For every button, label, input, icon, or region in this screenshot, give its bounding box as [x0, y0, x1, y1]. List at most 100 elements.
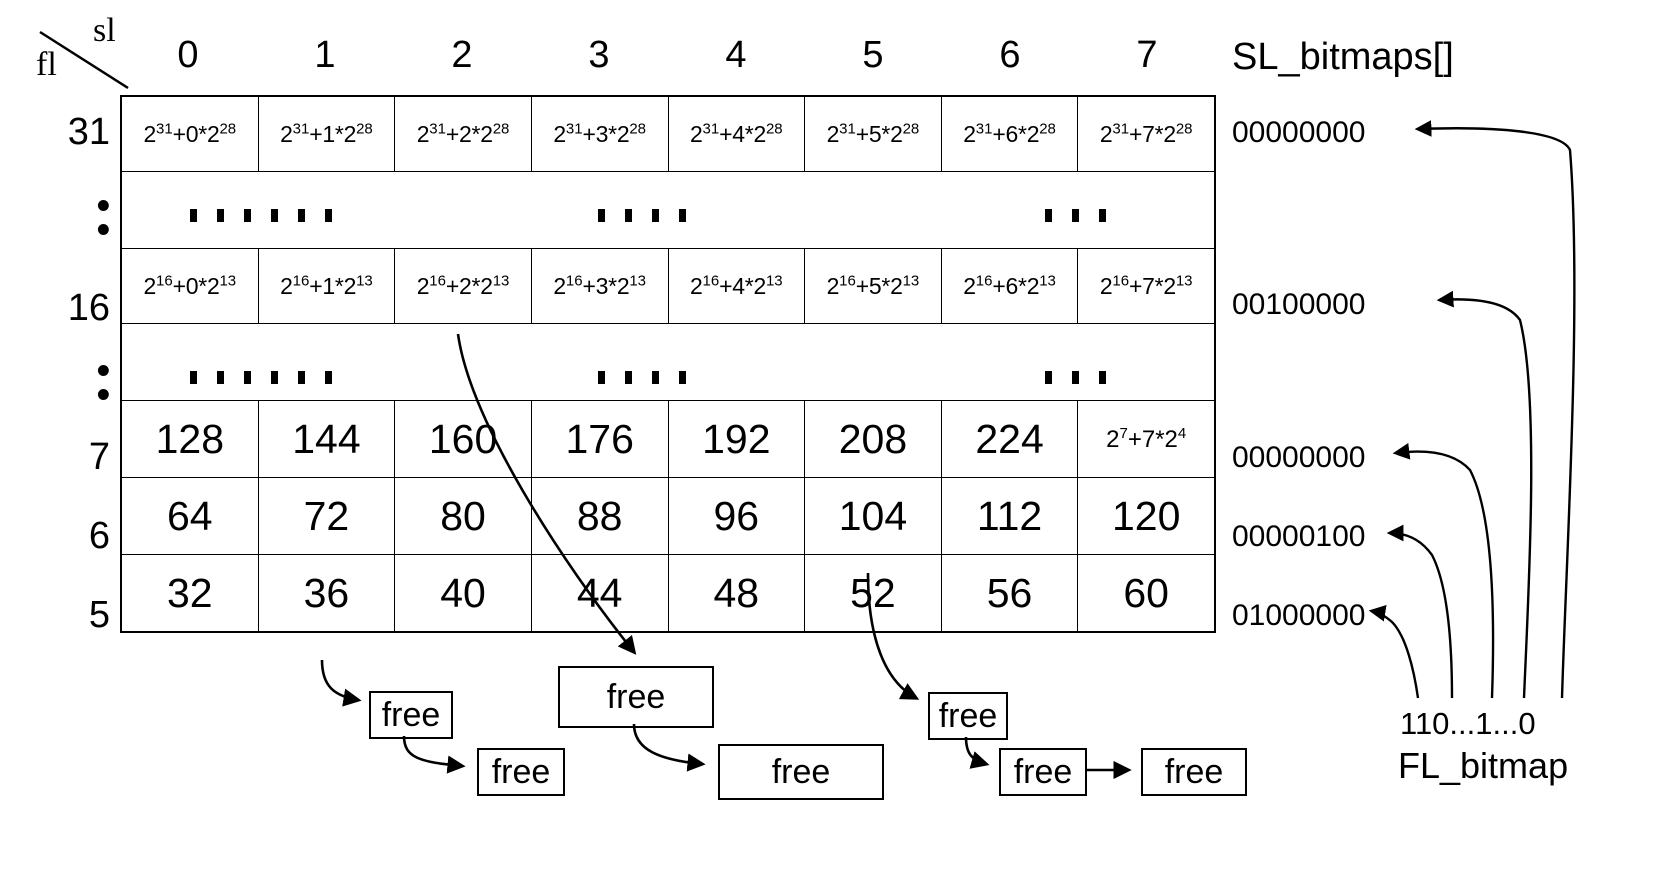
arrow-flbitmap-to-sl-fl16: [1436, 290, 1533, 699]
cell-text: 128: [155, 415, 225, 462]
cell-16-0[interactable]: 216+0*213: [120, 248, 259, 324]
arrow-flbitmap-to-sl-fl31: [1414, 120, 1576, 699]
sl-bitmaps-title: SL_bitmaps[]: [1232, 36, 1454, 78]
cell-7-5[interactable]: 208: [804, 400, 942, 478]
ellipsis-dots-row2-left: [190, 371, 352, 384]
ellipsis-dots-row2-right: [1045, 371, 1126, 384]
row-label-fl-7: 7: [88, 436, 110, 478]
cell-31-4[interactable]: 231+4*228: [667, 95, 806, 172]
cell-6-2[interactable]: 80: [394, 477, 532, 555]
cell-31-3[interactable]: 231+3*228: [530, 95, 669, 172]
cell-7-3[interactable]: 176: [530, 400, 669, 478]
cell-text: 216+6*213: [963, 272, 1056, 299]
cell-6-0[interactable]: 64: [120, 477, 259, 555]
cell-text: 176: [565, 415, 634, 462]
cell-6-1[interactable]: 72: [257, 477, 396, 555]
row-label-fl-5: 5: [88, 594, 110, 636]
cell-7-1[interactable]: 144: [257, 400, 396, 478]
cell-6-7[interactable]: 120: [1077, 477, 1216, 555]
cell-text: 64: [167, 492, 213, 539]
column-header-6: 6: [999, 34, 1021, 76]
cell-6-3[interactable]: 88: [530, 477, 669, 555]
free-block-b2[interactable]: free: [718, 744, 884, 800]
cell-text: 216+2*213: [416, 272, 510, 299]
table-row-fl-7: 128 144 160 176 192 208 224 27+7*24: [120, 400, 1216, 478]
free-block-c2[interactable]: free: [999, 748, 1087, 796]
free-block-c3[interactable]: free: [1141, 748, 1247, 796]
column-header-5: 5: [862, 34, 884, 76]
free-block-b1[interactable]: free: [558, 666, 714, 728]
cell-5-3[interactable]: 44: [530, 554, 669, 633]
cell-6-6[interactable]: 112: [940, 477, 1079, 555]
cell-text: 36: [303, 569, 350, 616]
cell-text: 231+5*228: [826, 120, 920, 147]
table-row-fl-31: 231+0*228 231+1*228 231+2*228 231+3*228 …: [120, 95, 1216, 172]
sl-bitmap-fl-31: 00000000: [1232, 116, 1366, 149]
cell-31-7[interactable]: 231+7*228: [1077, 95, 1216, 172]
cell-text: 192: [702, 415, 771, 462]
table-row-fl-5: 32 36 40 44 48 52 56 60: [120, 554, 1216, 633]
cell-31-1[interactable]: 231+1*228: [257, 95, 396, 172]
cell-5-0[interactable]: 32: [120, 554, 259, 633]
free-block-c1[interactable]: free: [928, 692, 1008, 740]
cell-31-0[interactable]: 231+0*228: [120, 95, 259, 172]
cell-5-5[interactable]: 52: [804, 554, 942, 633]
ellipsis-row-cell: [120, 323, 1216, 401]
cell-text: 231+3*228: [553, 120, 646, 147]
cell-text: 216+0*213: [143, 272, 237, 299]
cell-text: 27+7*24: [1106, 424, 1187, 453]
cell-7-4[interactable]: 192: [667, 400, 806, 478]
cell-text: 120: [1111, 492, 1181, 539]
ellipsis-dots-row1-right: [1045, 209, 1126, 222]
cell-16-3[interactable]: 216+3*213: [530, 248, 669, 324]
cell-7-7[interactable]: 27+7*24: [1077, 400, 1216, 478]
row-label-ellipsis-1: • •: [96, 185, 110, 251]
cell-text: 216+3*213: [553, 272, 646, 299]
column-header-7: 7: [1136, 34, 1158, 76]
cell-5-7[interactable]: 60: [1077, 554, 1216, 633]
arrow-flbitmap-to-sl-fl5: [1368, 604, 1420, 699]
cell-16-6[interactable]: 216+6*213: [940, 248, 1079, 324]
cell-6-4[interactable]: 96: [667, 477, 806, 555]
row-label-fl-16: 16: [67, 287, 110, 329]
cell-31-2[interactable]: 231+2*228: [394, 95, 532, 172]
axis-divider-line: [39, 30, 129, 90]
cell-7-6[interactable]: 224: [940, 400, 1079, 478]
fl-bitmap-value: 110...1...0: [1400, 706, 1536, 741]
cell-16-4[interactable]: 216+4*213: [667, 248, 806, 324]
cell-7-0[interactable]: 128: [120, 400, 259, 478]
cell-text: 52: [850, 569, 896, 616]
cell-text: 216+1*213: [280, 272, 373, 299]
cell-16-7[interactable]: 216+7*213: [1077, 248, 1216, 324]
arrow-free-c1-to-free-c2: [964, 736, 990, 769]
free-block-a1[interactable]: free: [369, 691, 453, 739]
table-row-fl-6: 64 72 80 88 96 104 112 120: [120, 477, 1216, 555]
cell-16-2[interactable]: 216+2*213: [394, 248, 532, 324]
ellipsis-dots-row1-mid: [598, 209, 706, 222]
cell-5-2[interactable]: 40: [394, 554, 532, 633]
cell-31-6[interactable]: 231+6*228: [940, 95, 1079, 172]
cell-5-6[interactable]: 56: [940, 554, 1079, 633]
column-header-4: 4: [725, 34, 747, 76]
cell-16-1[interactable]: 216+1*213: [257, 248, 396, 324]
cell-text: 231+2*228: [416, 120, 510, 147]
arrow-cell36-to-free-a1: [320, 659, 362, 707]
cell-text: 208: [838, 415, 908, 462]
free-block-a2[interactable]: free: [477, 748, 565, 796]
cell-text: 231+0*228: [143, 120, 237, 147]
cell-7-2[interactable]: 160: [394, 400, 532, 478]
cell-5-1[interactable]: 36: [257, 554, 396, 633]
cell-text: 160: [428, 415, 498, 462]
sl-bitmap-fl-5: 01000000: [1232, 599, 1366, 632]
cell-text: 231+1*228: [280, 120, 373, 147]
cell-16-5[interactable]: 216+5*213: [804, 248, 942, 324]
cell-text: 72: [303, 492, 350, 539]
cell-text: 56: [986, 569, 1033, 616]
cell-6-5[interactable]: 104: [804, 477, 942, 555]
ellipsis-dots-row1-left: [190, 209, 352, 222]
cell-text: 224: [975, 415, 1044, 462]
ellipsis-dots-row2-mid: [598, 371, 706, 384]
cell-5-4[interactable]: 48: [667, 554, 806, 633]
cell-31-5[interactable]: 231+5*228: [804, 95, 942, 172]
cell-text: 216+5*213: [826, 272, 920, 299]
